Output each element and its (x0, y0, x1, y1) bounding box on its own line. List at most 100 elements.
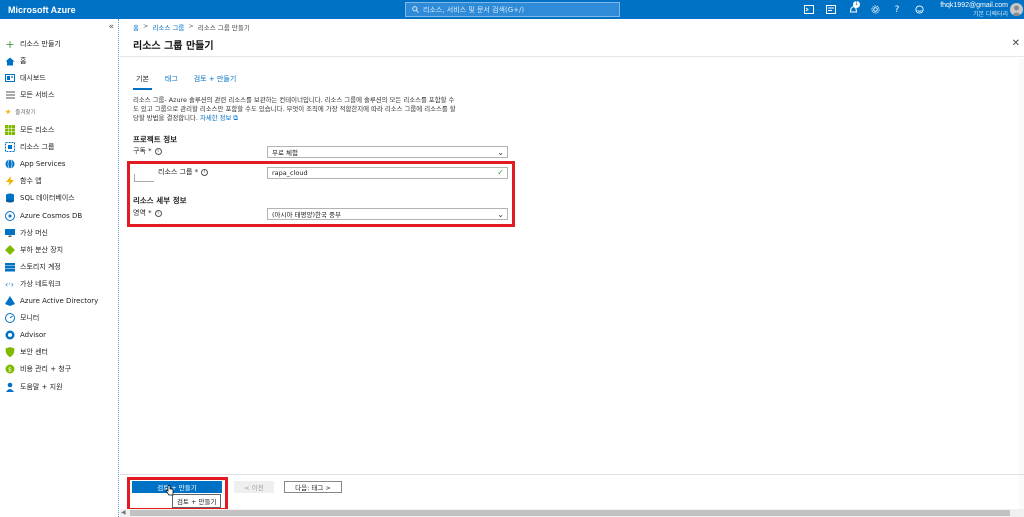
description-line: 도 있고 그룹으로 관리할 리소스만 포함할 수도 있습니다. 무엇이 조직에 … (133, 105, 456, 113)
sidebar-item[interactable]: $ 비용 관리 + 청구 (5, 362, 71, 376)
advisor-icon (5, 330, 15, 340)
svg-text:‹·›: ‹·› (5, 280, 14, 289)
settings-gear-icon[interactable] (864, 0, 886, 19)
sidebar-item[interactable]: ‹·› 가상 네트워크 (5, 277, 61, 291)
sidebar-item-label: 모든 서비스 (20, 91, 55, 99)
breadcrumb-home[interactable]: 홈 (133, 22, 139, 32)
globe-icon (5, 159, 15, 169)
sidebar-item[interactable]: 모니터 (5, 311, 39, 325)
sidebar-item-label: SQL 데이터베이스 (20, 194, 75, 203)
search-box[interactable]: 리소스, 서비스 및 문서 검색(G+/) (405, 2, 620, 17)
help-icon[interactable]: ? (886, 0, 908, 19)
sidebar-item-label: 가상 머신 (20, 228, 48, 237)
project-details-heading: 프로젝트 정보 (133, 135, 178, 144)
list-icon (5, 90, 15, 100)
sidebar-item[interactable]: 도움말 + 지원 (5, 380, 63, 394)
sidebar-item-label: 모든 리소스 (20, 126, 55, 134)
plus-icon: + (5, 37, 15, 51)
sidebar-item[interactable]: 스토리지 계정 (5, 260, 61, 274)
subscription-label-text: 구독 * (133, 147, 152, 155)
external-link-icon: ⧉ (233, 114, 238, 122)
sidebar-item-label: 홈 (20, 57, 27, 65)
favorites-label: 즐겨찾기 (15, 110, 36, 116)
sidebar-item-home[interactable]: 홈 (5, 54, 26, 68)
cloud-shell-icon[interactable] (798, 0, 820, 19)
sidebar-item[interactable]: 함수 앱 (5, 174, 42, 188)
collapse-chevron-icon[interactable]: « (108, 22, 114, 32)
sidebar-item-label: 함수 앱 (20, 177, 42, 186)
sidebar-item-label: Azure Active Directory (20, 297, 99, 305)
horizontal-scrollbar[interactable]: ◀ (120, 509, 1024, 517)
top-icons: 1 ? (798, 0, 930, 19)
sidebar-item[interactable]: 리소스 그룹 (5, 140, 54, 154)
sidebar-item-label: Azure Cosmos DB (20, 211, 83, 220)
diamond-icon (5, 244, 15, 255)
vertical-scrollbar[interactable] (1019, 59, 1024, 509)
sidebar-item[interactable]: App Services (5, 157, 65, 171)
sidebar-item[interactable]: Advisor (5, 328, 46, 342)
tab-basics[interactable]: 기본 (133, 74, 152, 90)
sidebar-item-all-services[interactable]: 모든 서비스 (5, 88, 54, 102)
footer-divider (120, 474, 1024, 475)
sidebar-item[interactable]: SQL 데이터베이스 (5, 191, 75, 205)
sidebar-item[interactable]: Azure Cosmos DB (5, 209, 82, 223)
person-icon (5, 382, 15, 392)
sidebar: « + 리소스 만들기 홈 대시보드 모든 서비스 ★ 즐겨찾기 모든 리소스리… (0, 19, 119, 517)
storage-icon (5, 262, 15, 272)
cost-icon: $ (5, 364, 15, 374)
sidebar-item-dashboard[interactable]: 대시보드 (5, 71, 46, 85)
favorites-header: ★ 즐겨찾기 (5, 108, 36, 116)
close-icon[interactable]: ✕ (1012, 38, 1020, 49)
avatar[interactable] (1010, 3, 1023, 16)
notifications-icon[interactable]: 1 (842, 0, 864, 19)
sidebar-item-label: 대시보드 (20, 74, 46, 82)
sidebar-item-label: 부하 분산 장치 (20, 245, 64, 254)
sidebar-item-label: 가상 네트워크 (20, 279, 61, 288)
account-info[interactable]: fhqk1992@gmail.com 기본 디렉터리 (930, 2, 1008, 18)
sidebar-item-label: Advisor (20, 331, 47, 340)
previous-button[interactable]: < 이전 (234, 481, 274, 493)
feedback-smiley-icon[interactable] (908, 0, 930, 19)
learn-more-link[interactable]: 자세한 정보 (200, 114, 231, 122)
brand-label[interactable]: Microsoft Azure (0, 5, 160, 15)
sidebar-item-label: 리소스 그룹 (20, 143, 55, 152)
info-icon[interactable]: i (154, 147, 162, 155)
sidebar-item-label: 비용 관리 + 청구 (20, 365, 72, 374)
sidebar-item-create[interactable]: + 리소스 만들기 (5, 37, 61, 51)
notification-badge: 1 (853, 1, 860, 8)
tab-bar: 기본 태그 검토 + 만들기 (133, 74, 239, 90)
sidebar-item-label: 보안 센터 (20, 348, 48, 357)
sidebar-item[interactable]: Azure Active Directory (5, 294, 98, 308)
scroll-left-arrow-icon[interactable]: ◀ (121, 509, 126, 516)
lightning-icon (5, 176, 15, 187)
sidebar-item-label: 리소스 만들기 (20, 40, 61, 48)
description-line: 당할 방법을 결정합니다. (133, 114, 198, 122)
top-bar: Microsoft Azure 리소스, 서비스 및 문서 검색(G+/) 1 … (0, 0, 1024, 19)
subscription-select[interactable]: 무료 체험 ⌄ (267, 146, 508, 158)
breadcrumb-resource-groups[interactable]: 리소스 그룹 (152, 22, 184, 32)
description: 리소스 그룹- Azure 솔루션의 관련 리소스를 보관하는 컨테이너입니다.… (133, 96, 525, 123)
resource-group-icon (5, 142, 15, 153)
home-icon (5, 56, 15, 66)
main-panel: 홈 > 리소스 그룹 > 리소스 그룹 만들기 리소스 그룹 만들기 ✕ 기본 … (120, 19, 1024, 517)
tab-tags[interactable]: 태그 (162, 74, 181, 90)
sidebar-item-label: 모니터 (20, 314, 40, 323)
next-tags-button[interactable]: 다음: 태그 > (284, 481, 342, 493)
sidebar-item-label: 스토리지 계정 (20, 262, 61, 271)
scrollbar-thumb[interactable] (130, 510, 1010, 516)
chevron-down-icon: ⌄ (497, 148, 504, 157)
tab-review-create[interactable]: 검토 + 만들기 (191, 74, 240, 90)
breadcrumb: 홈 > 리소스 그룹 > 리소스 그룹 만들기 (133, 22, 250, 32)
star-icon: ★ (5, 108, 12, 116)
sidebar-item[interactable]: 가상 머신 (5, 226, 48, 240)
svg-text:$: $ (8, 367, 12, 374)
account-directory: 기본 디렉터리 (972, 11, 1008, 18)
breadcrumb-separator: > (142, 22, 149, 30)
sidebar-item-label: App Services (20, 160, 66, 169)
sidebar-item[interactable]: 보안 센터 (5, 345, 48, 359)
gauge-icon (5, 313, 15, 324)
directory-filter-icon[interactable] (820, 0, 842, 19)
sidebar-item[interactable]: 모든 리소스 (5, 123, 54, 137)
breadcrumb-separator: > (188, 22, 194, 30)
sidebar-item[interactable]: 부하 분산 장치 (5, 243, 63, 257)
